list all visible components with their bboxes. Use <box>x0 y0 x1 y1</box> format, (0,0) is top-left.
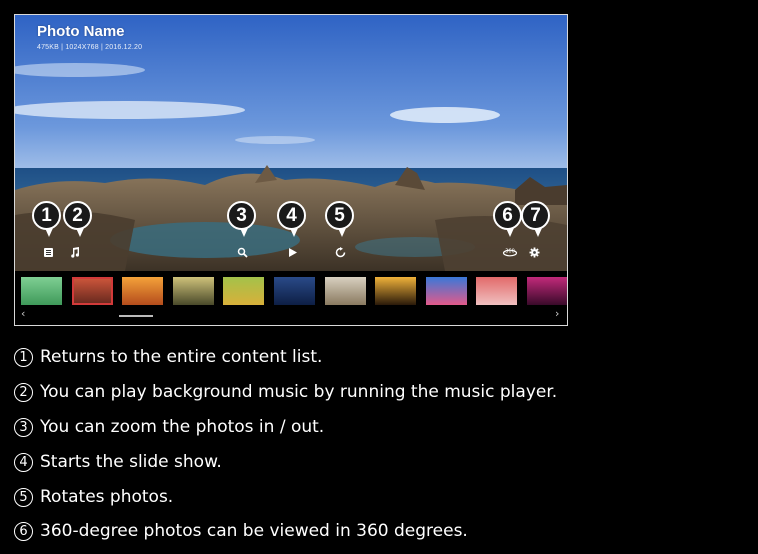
thumbnail-selected[interactable] <box>71 277 113 305</box>
content-list-button[interactable] <box>41 245 55 259</box>
description-number: 2 <box>14 382 33 402</box>
description-item-6: 6 360-degree photos can be viewed in 360… <box>14 521 468 541</box>
scroll-left-icon[interactable]: ‹ <box>21 308 25 319</box>
play-icon <box>288 247 297 257</box>
svg-text:360: 360 <box>505 248 515 254</box>
callout-7: 7 <box>521 201 550 237</box>
thumbnail[interactable] <box>476 277 518 305</box>
scroll-right-icon[interactable]: › <box>555 308 559 319</box>
thumbnail-strip: ‹ › <box>15 271 567 325</box>
360-view-icon: 360 <box>502 248 518 256</box>
callout-2: 2 <box>63 201 92 237</box>
description-number: 5 <box>14 487 33 507</box>
thumbnail[interactable] <box>324 277 366 305</box>
description-number: 3 <box>14 417 33 437</box>
description-number: 6 <box>14 521 33 541</box>
thumbnail[interactable] <box>122 277 164 305</box>
photo-title: Photo Name <box>37 23 125 40</box>
zoom-icon <box>237 247 248 258</box>
thumbnail-list <box>21 277 567 305</box>
thumbnail[interactable] <box>425 277 467 305</box>
photo-meta: 475KB | 1024X768 | 2016.12.20 <box>37 44 143 51</box>
rotate-icon <box>335 246 345 257</box>
description-number: 4 <box>14 452 33 472</box>
description-text: Returns to the entire content list. <box>40 347 323 367</box>
callout-4: 4 <box>277 201 306 237</box>
description-number: 1 <box>14 347 33 367</box>
thumbnail[interactable] <box>273 277 315 305</box>
360-view-button[interactable]: 360 <box>501 245 519 259</box>
music-player-button[interactable] <box>67 245 81 259</box>
thumbnail[interactable] <box>223 277 265 305</box>
callout-6: 6 <box>493 201 522 237</box>
description-item-5: 5 Rotates photos. <box>14 487 173 507</box>
zoom-button[interactable] <box>235 245 249 259</box>
description-text: 360-degree photos can be viewed in 360 d… <box>40 521 468 541</box>
thumbnail[interactable] <box>526 277 567 305</box>
thumbnail[interactable] <box>375 277 417 305</box>
thumbnail-scrollbar[interactable] <box>119 315 153 317</box>
photo-viewer: Photo Name 475KB | 1024X768 | 2016.12.20… <box>14 14 568 326</box>
description-text: You can play background music by running… <box>40 382 558 402</box>
rotate-button[interactable] <box>333 245 347 259</box>
description-item-3: 3 You can zoom the photos in / out. <box>14 417 324 437</box>
callout-5: 5 <box>325 201 354 237</box>
description-text: You can zoom the photos in / out. <box>40 417 325 437</box>
description-item-4: 4 Starts the slide show. <box>14 452 222 472</box>
settings-gear-icon <box>529 247 539 257</box>
description-item-2: 2 You can play background music by runni… <box>14 382 557 402</box>
slideshow-play-button[interactable] <box>285 245 299 259</box>
callout-3: 3 <box>227 201 256 237</box>
thumbnail[interactable] <box>172 277 214 305</box>
description-item-1: 1 Returns to the entire content list. <box>14 347 322 367</box>
settings-button[interactable] <box>527 245 541 259</box>
content-list-icon <box>43 247 53 257</box>
description-text: Rotates photos. <box>40 487 174 507</box>
thumbnail[interactable] <box>21 277 62 305</box>
music-note-icon <box>70 246 79 258</box>
description-text: Starts the slide show. <box>40 452 222 472</box>
callout-1: 1 <box>32 201 61 237</box>
